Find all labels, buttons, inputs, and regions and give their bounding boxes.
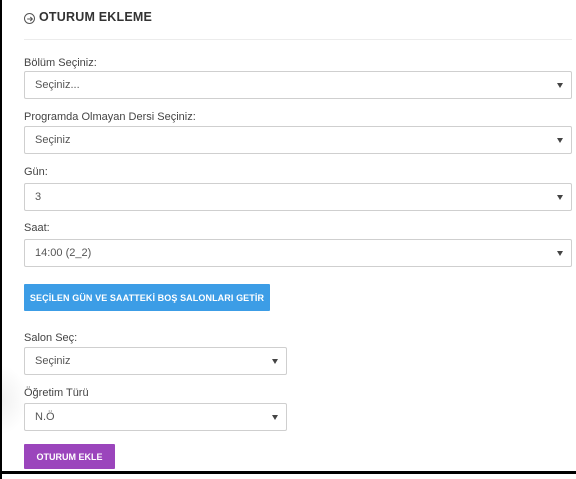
saat-select[interactable]: 14:00 (2_2): [24, 239, 572, 267]
bos-salonlari-getir-button[interactable]: SEÇİLEN GÜN VE SAATTEKİ BOŞ SALONLARI GE…: [24, 284, 270, 311]
frame-border-left: [0, 0, 2, 479]
salon-select[interactable]: Seçiniz: [24, 347, 287, 375]
ders-select-value: Seçiniz: [35, 134, 71, 146]
ders-select[interactable]: Seçiniz: [24, 126, 572, 154]
caret-down-icon: [556, 135, 565, 145]
ders-label: Programda Olmayan Dersi Seçiniz:: [24, 111, 196, 123]
gun-select[interactable]: 3: [24, 183, 572, 211]
frame-border-bottom: [0, 471, 576, 474]
caret-down-icon: [271, 412, 280, 422]
page-title: OTURUM EKLEME: [39, 10, 153, 24]
bolum-select-value: Seçiniz...: [35, 79, 80, 91]
caret-down-icon: [556, 248, 565, 258]
oturum-ekleme-panel: OTURUM EKLEME Bölüm Seçiniz: Seçiniz... …: [2, 0, 576, 471]
bolum-label: Bölüm Seçiniz:: [24, 57, 97, 69]
oturum-ekle-button[interactable]: OTURUM EKLE: [24, 444, 115, 469]
gun-select-value: 3: [35, 191, 42, 203]
bolum-select[interactable]: Seçiniz...: [24, 71, 572, 99]
panel-header: OTURUM EKLEME: [24, 0, 572, 40]
ogretim-turu-select-value: N.Ö: [35, 411, 55, 423]
caret-down-icon: [556, 192, 565, 202]
saat-label: Saat:: [24, 222, 50, 234]
salon-label: Salon Seç:: [24, 332, 78, 344]
ogretim-turu-select[interactable]: N.Ö: [24, 403, 287, 431]
arrow-right-circle-icon: [24, 13, 35, 24]
caret-down-icon: [271, 356, 280, 366]
form-frame: OTURUM EKLEME Bölüm Seçiniz: Seçiniz... …: [0, 0, 576, 479]
caret-down-icon: [556, 80, 565, 90]
salon-select-value: Seçiniz: [35, 355, 71, 367]
ogretim-turu-label: Öğretim Türü: [24, 387, 89, 399]
saat-select-value: 14:00 (2_2): [35, 247, 92, 259]
gun-label: Gün:: [24, 166, 48, 178]
